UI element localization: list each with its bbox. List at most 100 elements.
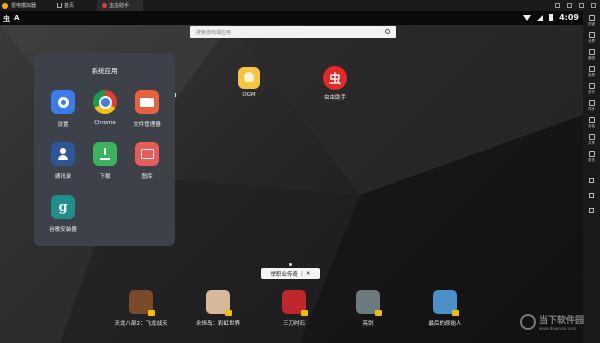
toolbar-multi[interactable]: 多开 [588, 83, 595, 95]
wifi-icon [523, 14, 532, 21]
game-icon [356, 290, 382, 316]
tab-label: 虫虫助手 [109, 3, 130, 9]
more-icon [588, 151, 595, 157]
contacts-icon [51, 142, 75, 166]
tab-chongchong[interactable]: 虫虫助手 [98, 0, 143, 11]
toolbar-keymap[interactable]: 按键 [588, 15, 595, 27]
dock-app-label: 天龙八部2：飞龙战天 [114, 321, 168, 327]
dock-app-yonghengdao[interactable]: 永恒岛：彩虹世界 [183, 290, 253, 327]
recent-apps-icon[interactable] [589, 208, 594, 213]
minimize-icon[interactable] [567, 3, 572, 8]
chrome-icon [93, 90, 117, 114]
search-icon[interactable] [385, 29, 390, 34]
desktop-icon-label: OGM [242, 92, 256, 98]
sync-icon [588, 100, 595, 106]
app-logo-icon [2, 2, 8, 9]
google-installer-icon: g [51, 195, 75, 219]
app-label: 文件管理器 [133, 122, 161, 128]
dock-app-last-caveman[interactable]: 最后的原始人 [410, 290, 480, 327]
app-download[interactable]: 下载 [85, 142, 125, 180]
notification-a-icon: A [14, 14, 20, 22]
apk-icon [588, 117, 595, 123]
close-icon[interactable] [591, 3, 596, 8]
desktop-icon-label: 虫虫助手 [323, 95, 346, 101]
toolbar-fullscreen[interactable]: 全屏 [588, 32, 595, 44]
app-label: 通讯录 [54, 174, 72, 180]
menu-icon[interactable] [555, 3, 560, 8]
download-icon [93, 142, 117, 166]
scissors-icon [588, 49, 595, 55]
notification-chongchong-icon: 虫 [3, 15, 10, 23]
app-name: 雷电模拟器 [11, 3, 37, 9]
app-label: 设置 [57, 122, 69, 128]
dock-app-liangjian[interactable]: 亮剑 [333, 290, 403, 327]
back-icon[interactable] [589, 178, 594, 183]
chongchong-icon: 虫 [323, 66, 347, 90]
emulator-side-toolbar: 按键 全屏 截图 录屏 多开 同步 安装 共享 更多 [583, 11, 600, 343]
app-settings[interactable]: 设置 [43, 90, 83, 128]
home-icon [57, 3, 62, 8]
app-file-manager[interactable]: 文件管理器 [127, 90, 167, 128]
multi-instance-icon [588, 83, 595, 89]
app-google-installer[interactable]: g 谷歌安装器 [43, 195, 83, 233]
toolbar-share[interactable]: 共享 [588, 134, 595, 146]
watermark-url: www.downxia.com [539, 326, 577, 331]
app-label: 谷歌安装器 [49, 227, 77, 233]
watermark: 当下软件园 www.downxia.com [520, 313, 584, 331]
app-label: 图库 [141, 174, 153, 180]
watermark-name: 当下软件园 [539, 316, 585, 326]
watermark-logo-icon [520, 314, 536, 330]
dock-app-label: 亮剑 [362, 321, 374, 327]
game-icon [129, 290, 155, 316]
keyboard-icon [588, 15, 595, 21]
fullscreen-icon [588, 32, 595, 38]
signal-icon [537, 14, 544, 21]
battery-icon [549, 14, 554, 21]
dock-app-tianlong[interactable]: 天龙八部2：飞龙战天 [106, 290, 176, 327]
search-placeholder: 搜索游戏或应用 [196, 29, 232, 36]
record-icon [588, 66, 595, 72]
toolbar-sync[interactable]: 同步 [588, 100, 595, 112]
ogm-icon [238, 67, 260, 89]
window-controls [555, 3, 596, 8]
toolbar-record[interactable]: 录屏 [588, 66, 595, 78]
dock-app-sandao[interactable]: 三刀时石 [259, 290, 329, 327]
toolbar-more[interactable]: 更多 [588, 151, 595, 163]
maximize-icon[interactable] [579, 3, 584, 8]
gallery-icon [135, 142, 159, 166]
app-label: 下载 [99, 174, 111, 180]
desktop-icon-chongchong[interactable]: 虫 虫虫助手 [315, 66, 355, 101]
mouse-cursor-icon [175, 93, 178, 97]
tab-home[interactable]: 首页 [53, 0, 98, 11]
app-chrome[interactable]: Chrome [85, 90, 125, 126]
game-icon [206, 290, 232, 316]
clock: 4:09 [559, 13, 579, 22]
title-bar: 雷电模拟器 首页 虫虫助手 [0, 0, 600, 11]
banner-text: 举职业传奇 [270, 271, 299, 278]
emulator-window: 雷电模拟器 首页 虫虫助手 虫 A 4:09 搜索游戏或应用 OGM 虫 虫虫助… [0, 0, 600, 343]
dock-app-label: 永恒岛：彩虹世界 [195, 321, 240, 327]
search-bar[interactable]: 搜索游戏或应用 [190, 26, 396, 38]
app-contacts[interactable]: 通讯录 [43, 142, 83, 180]
desktop-icon-ogm[interactable]: OGM [229, 67, 269, 98]
home-nav-icon[interactable] [589, 193, 594, 198]
dock-app-label: 最后的原始人 [428, 321, 462, 327]
settings-gear-icon [51, 90, 75, 114]
tab-label: 首页 [64, 3, 75, 9]
android-status-bar: 虫 A 4:09 [0, 11, 583, 25]
game-icon [282, 290, 308, 316]
close-icon[interactable]: ✕ [306, 271, 311, 277]
promo-banner[interactable]: 举职业传奇 | ✕ [261, 268, 320, 279]
toolbar-install[interactable]: 安装 [588, 117, 595, 129]
app-gallery[interactable]: 图库 [127, 142, 167, 180]
game-icon [433, 290, 459, 316]
toolbar-screenshot[interactable]: 截图 [588, 49, 595, 61]
page-indicator-dot [289, 263, 292, 266]
app-icon [102, 3, 107, 8]
file-manager-icon [135, 90, 159, 114]
app-label: Chrome [94, 120, 116, 126]
dock-app-label: 三刀时石 [282, 321, 305, 327]
folder-icon [588, 134, 595, 140]
system-apps-folder: 系统应用 设置 Chrome 文件管理器 通讯录 下载 图库 g 谷歌安装器 [34, 53, 175, 246]
folder-title: 系统应用 [91, 67, 118, 75]
